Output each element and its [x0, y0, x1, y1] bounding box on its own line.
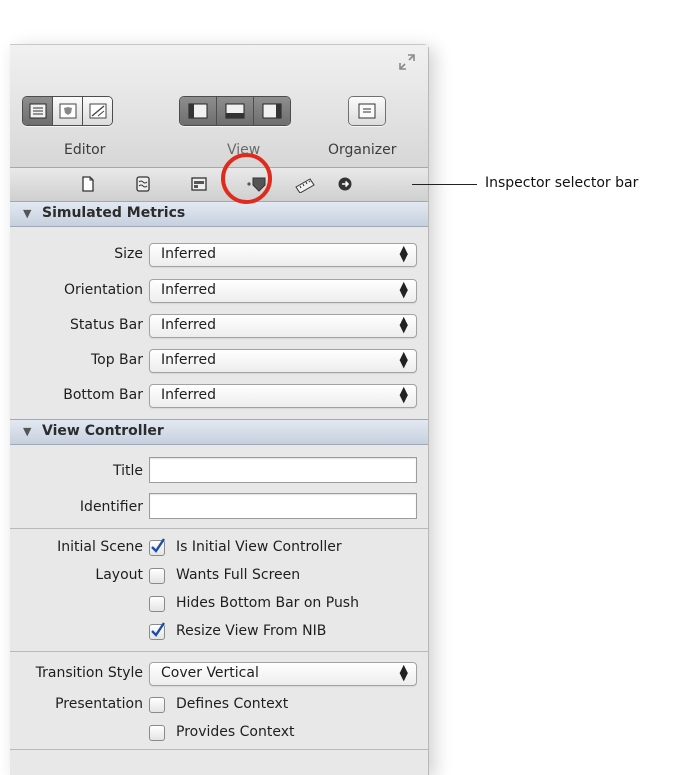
orientation-popup[interactable]: Inferred ▲ ▼ — [149, 279, 417, 303]
organizer-icon — [358, 103, 376, 119]
assistant-editor-icon — [59, 103, 76, 119]
resize-view-checkbox[interactable] — [149, 622, 165, 640]
fullscreen-icon[interactable] — [398, 53, 416, 71]
inspector-selector-bar — [10, 168, 428, 202]
transition-style-popup[interactable]: Cover Vertical ▲ ▼ — [149, 662, 417, 686]
checkmark-icon — [151, 622, 165, 637]
callout-label: Inspector selector bar — [485, 175, 639, 191]
disclosure-triangle-icon[interactable]: ▼ — [23, 207, 31, 220]
view-segmented-control — [179, 96, 291, 126]
orientation-label: Orientation — [63, 282, 143, 298]
hides-bottom-bar-label: Hides Bottom Bar on Push — [176, 595, 359, 611]
callout-leader-line — [412, 184, 477, 185]
bottom-panel-icon — [225, 103, 245, 119]
bottom-bar-value: Inferred — [161, 387, 217, 403]
layout-label: Layout — [95, 567, 143, 583]
is-initial-label: Is Initial View Controller — [176, 539, 342, 555]
right-panel-icon — [262, 103, 282, 119]
debug-area-toggle-button[interactable] — [217, 97, 254, 125]
hides-bottom-bar-checkbox[interactable] — [149, 596, 165, 612]
defines-context-label: Defines Context — [176, 696, 289, 712]
transition-style-label: Transition Style — [35, 665, 143, 681]
divider — [10, 651, 428, 652]
top-bar-value: Inferred — [161, 352, 217, 368]
presentation-label: Presentation — [55, 696, 143, 712]
transition-style-value: Cover Vertical — [161, 665, 259, 681]
provides-context-label: Provides Context — [176, 724, 295, 740]
divider — [10, 528, 428, 529]
size-popup[interactable]: Inferred ▲ ▼ — [149, 243, 417, 267]
popup-arrows-icon: ▲ ▼ — [399, 384, 408, 405]
left-panel-icon — [188, 103, 208, 119]
assistant-editor-button[interactable] — [53, 97, 83, 125]
status-bar-popup[interactable]: Inferred ▲ ▼ — [149, 314, 417, 338]
standard-editor-button[interactable] — [23, 97, 53, 125]
quick-help-icon[interactable] — [134, 175, 152, 193]
organizer-button[interactable] — [349, 97, 385, 125]
bottom-bar-popup[interactable]: Inferred ▲ ▼ — [149, 384, 417, 408]
identifier-field[interactable] — [149, 493, 417, 519]
disclosure-triangle-icon[interactable]: ▼ — [23, 425, 31, 438]
popup-arrows-icon: ▲ ▼ — [399, 279, 408, 300]
organizer-label: Organizer — [328, 142, 397, 158]
highlight-circle — [221, 153, 272, 204]
size-inspector-icon[interactable] — [294, 175, 316, 193]
divider — [10, 749, 428, 750]
bottom-bar-label: Bottom Bar — [63, 387, 143, 403]
standard-editor-icon — [29, 103, 46, 119]
identifier-label: Identifier — [79, 499, 143, 515]
file-inspector-icon[interactable] — [79, 175, 97, 193]
version-editor-button[interactable] — [83, 97, 112, 125]
inspector-panel: Editor View Organizer ▼ Simulated Metric… — [10, 44, 429, 775]
title-label: Title — [112, 463, 143, 479]
title-field[interactable] — [149, 457, 417, 483]
connections-inspector-icon[interactable] — [336, 175, 354, 193]
utilities-toggle-button[interactable] — [254, 97, 290, 125]
size-value: Inferred — [161, 246, 217, 262]
section-title: Simulated Metrics — [42, 205, 186, 221]
wants-full-screen-checkbox[interactable] — [149, 568, 165, 584]
popup-arrows-icon: ▲ ▼ — [399, 243, 408, 264]
initial-scene-label: Initial Scene — [57, 539, 143, 555]
editor-label: Editor — [64, 142, 106, 158]
provides-context-checkbox[interactable] — [149, 725, 165, 741]
editor-segmented-control — [22, 96, 113, 126]
navigator-toggle-button[interactable] — [180, 97, 217, 125]
version-editor-icon — [89, 103, 106, 119]
view-controller-header[interactable]: ▼ View Controller — [10, 419, 428, 445]
window-toolbar: Editor View Organizer — [10, 45, 428, 168]
is-initial-checkbox[interactable] — [149, 538, 165, 556]
top-bar-popup[interactable]: Inferred ▲ ▼ — [149, 349, 417, 373]
organizer-control — [348, 96, 386, 126]
status-bar-label: Status Bar — [69, 317, 143, 333]
wants-full-screen-label: Wants Full Screen — [176, 567, 301, 583]
top-bar-label: Top Bar — [90, 352, 143, 368]
identity-inspector-icon[interactable] — [190, 175, 208, 193]
section-title: View Controller — [42, 423, 164, 439]
popup-arrows-icon: ▲ ▼ — [399, 662, 408, 683]
checkmark-icon — [151, 538, 165, 553]
popup-arrows-icon: ▲ ▼ — [399, 349, 408, 370]
size-label: Size — [114, 246, 143, 262]
status-bar-value: Inferred — [161, 317, 217, 333]
simulated-metrics-header[interactable]: ▼ Simulated Metrics — [10, 201, 428, 227]
resize-view-label: Resize View From NIB — [176, 623, 327, 639]
popup-arrows-icon: ▲ ▼ — [399, 314, 408, 335]
orientation-value: Inferred — [161, 282, 217, 298]
defines-context-checkbox[interactable] — [149, 697, 165, 713]
